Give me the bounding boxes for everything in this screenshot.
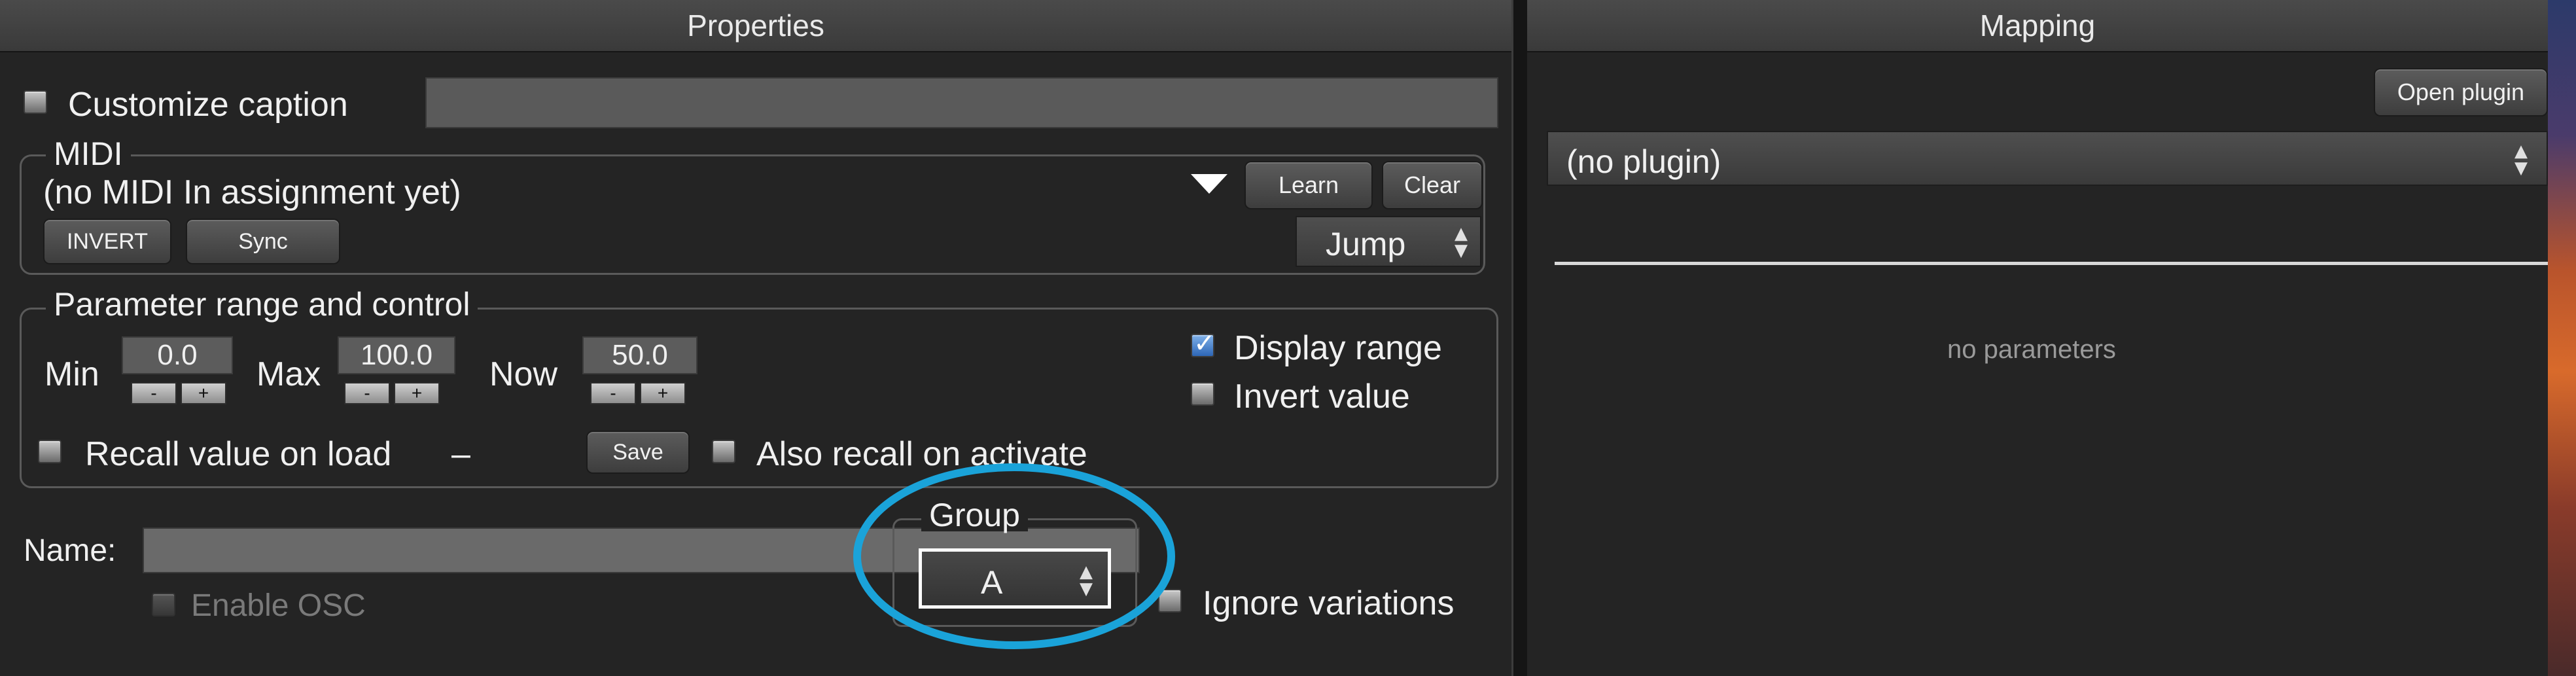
now-value[interactable]: 50.0 [582,336,697,374]
enable-osc-label: Enable OSC [191,588,366,623]
min-decrement[interactable]: - [131,382,177,404]
range-legend: Parameter range and control [46,288,478,321]
midi-legend: MIDI [46,137,131,170]
properties-header: Properties [0,0,1511,52]
dropdown-triangle-icon[interactable] [1191,174,1227,194]
enable-osc-checkbox[interactable] [152,593,175,616]
updown-arrows-icon: ▲ ▼ [2514,141,2528,178]
display-range-label: Display range [1234,329,1442,367]
ignore-variations-label: Ignore variations [1203,584,1455,622]
max-decrement[interactable]: - [344,382,390,404]
also-recall-checkbox[interactable] [712,440,735,463]
learn-button[interactable]: Learn [1244,161,1373,209]
highlight-ellipse [853,463,1175,649]
name-label: Name: [24,533,116,568]
invert-button[interactable]: INVERT [43,219,171,264]
customize-caption-checkbox[interactable] [24,90,47,114]
recall-on-load-label: Recall value on load [85,435,392,473]
desktop-background [2548,0,2576,676]
mapping-header: Mapping [1527,0,2548,52]
max-label: Max [256,355,321,393]
mapping-separator [1555,262,2548,265]
clear-button[interactable]: Clear [1382,161,1483,209]
now-label: Now [489,355,558,393]
plugin-value: (no plugin) [1566,143,1721,180]
max-increment[interactable]: + [394,382,440,404]
midi-mode-select[interactable]: Jump ▲ ▼ [1296,216,1481,267]
midi-mode-value: Jump [1326,226,1406,262]
panel-divider [1511,0,1527,676]
updown-arrows-icon: ▲ ▼ [1455,224,1468,260]
invert-value-label: Invert value [1234,378,1410,416]
recall-on-load-checkbox[interactable] [38,440,62,463]
display-range-checkbox[interactable] [1191,329,1216,359]
recall-value: – [451,435,470,473]
now-increment[interactable]: + [640,382,686,404]
invert-value-checkbox[interactable] [1191,382,1214,406]
no-parameters-text: no parameters [1947,335,2116,364]
max-value[interactable]: 100.0 [338,336,455,374]
min-increment[interactable]: + [181,382,226,404]
sync-button[interactable]: Sync [186,219,340,264]
plugin-select[interactable]: (no plugin) ▲ ▼ [1547,131,2548,186]
midi-status: (no MIDI In assignment yet) [43,173,461,211]
open-plugin-button[interactable]: Open plugin [2374,68,2548,116]
min-label: Min [44,355,99,393]
customize-caption-label: Customize caption [68,86,348,124]
save-button[interactable]: Save [586,431,690,474]
now-decrement[interactable]: - [590,382,636,404]
caption-input[interactable] [425,77,1498,128]
highlight-ring [853,463,1175,649]
min-value[interactable]: 0.0 [122,336,233,374]
